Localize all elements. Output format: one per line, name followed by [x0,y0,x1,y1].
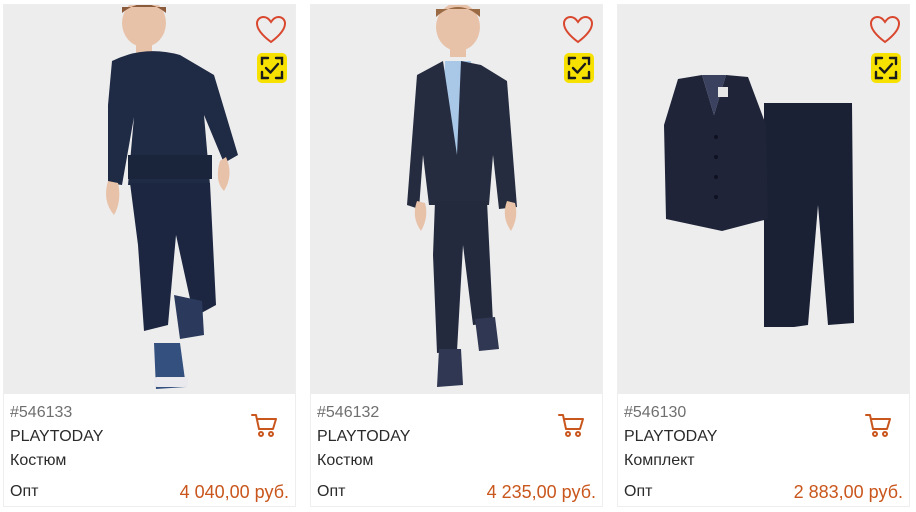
product-image[interactable] [618,5,909,394]
product-card[interactable]: #546133 PLAYTODAY Костюм Опт 4 040,00 ру… [3,4,296,507]
product-price: 4 040,00 руб. [179,482,289,502]
favorite-heart-icon[interactable] [255,15,287,45]
price-label: Опт [624,483,653,500]
product-card[interactable]: #546132 PLAYTODAY Костюм Опт 4 235,00 ру… [310,4,603,507]
article-number: #546132 [317,404,380,421]
product-info: #546130 PLAYTODAY Комплект Опт 2 883,00 … [618,394,909,508]
price-label: Опт [10,483,39,500]
product-price: 2 883,00 руб. [793,482,903,502]
brand-name: PLAYTODAY [317,428,411,445]
favorite-heart-icon[interactable] [869,15,901,45]
shopping-cart-icon[interactable] [250,412,278,438]
scan-check-icon[interactable] [871,53,901,83]
price-label: Опт [317,483,346,500]
article-number: #546130 [624,404,687,421]
product-type: Костюм [317,452,374,469]
brand-name: PLAYTODAY [10,428,104,445]
product-price: 4 235,00 руб. [486,482,596,502]
favorite-heart-icon[interactable] [562,15,594,45]
product-card[interactable]: #546130 PLAYTODAY Комплект Опт 2 883,00 … [617,4,910,507]
product-info: #546132 PLAYTODAY Костюм Опт 4 235,00 ру… [311,394,602,508]
scan-check-icon[interactable] [564,53,594,83]
product-image[interactable] [4,5,295,394]
shopping-cart-icon[interactable] [864,412,892,438]
brand-name: PLAYTODAY [624,428,718,445]
product-type: Костюм [10,452,67,469]
article-number: #546133 [10,404,73,421]
product-image[interactable] [311,5,602,394]
product-type: Комплект [624,452,695,469]
scan-check-icon[interactable] [257,53,287,83]
product-info: #546133 PLAYTODAY Костюм Опт 4 040,00 ру… [4,394,295,508]
shopping-cart-icon[interactable] [557,412,585,438]
